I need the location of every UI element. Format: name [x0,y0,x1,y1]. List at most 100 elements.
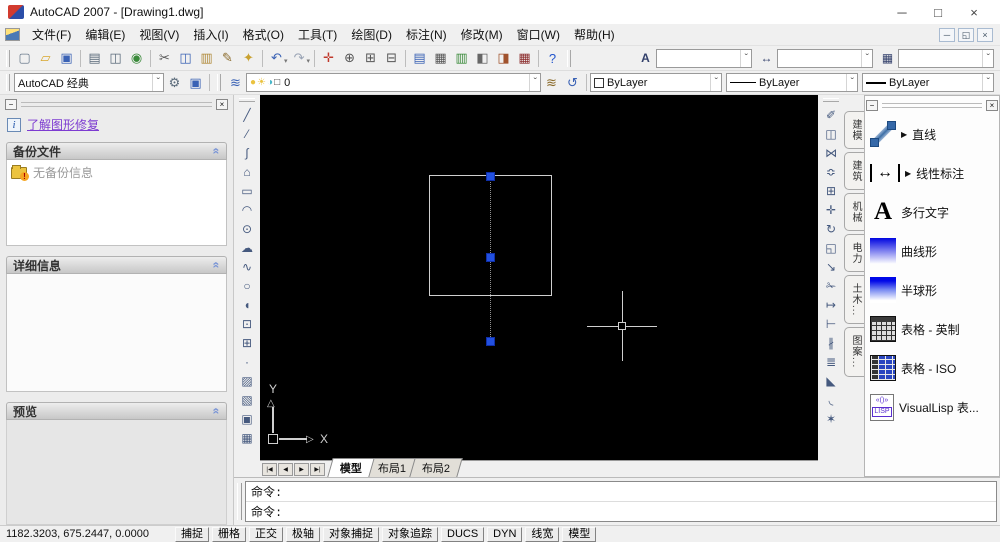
dim-style-combo[interactable]: ˇ [777,48,873,68]
grip-bottom[interactable] [486,337,495,346]
layer-properties-icon[interactable]: ≋ [225,73,246,93]
offset-icon[interactable]: ≎ [820,162,842,181]
workspace-settings-icon[interactable]: ⚙ [164,73,185,93]
palette-item[interactable]: 曲线形 [870,237,994,265]
combo-arrow-icon[interactable]: ˇ [739,49,748,67]
revision-cloud-icon[interactable]: ☁ [236,238,258,257]
palette-tab[interactable]: 电力 [844,234,864,272]
layer-previous-icon[interactable]: ↺ [562,73,583,93]
polyline-icon[interactable]: ∫ [236,143,258,162]
toolbar-grip[interactable] [217,74,221,91]
plot-preview-icon[interactable]: ◫ [105,48,126,68]
command-window-grip[interactable] [237,483,242,520]
palette-item[interactable]: 表格 - 英制 [870,315,994,343]
drawing-recovery-help-link[interactable]: 了解图形修复 [27,116,99,133]
palette-close-button[interactable]: × [986,99,998,111]
palette-item[interactable]: 半球形 [870,276,994,304]
combo-arrow-icon[interactable]: ˇ [528,74,537,91]
properties-icon[interactable]: ▤ [409,48,430,68]
help-icon[interactable]: ? [542,48,563,68]
palette-tab[interactable]: 建模 [844,111,864,149]
insert-block-icon[interactable]: ⊡ [236,314,258,333]
last-tab-button[interactable]: ▶| [310,463,325,476]
collapse-chevron-icon[interactable]: « [210,408,224,415]
menu-item[interactable]: 窗口(W) [510,24,567,45]
toolbar-grip[interactable] [823,98,839,102]
new-icon[interactable]: ▢ [14,48,35,68]
fillet-icon[interactable]: ◟ [820,390,842,409]
ellipse-icon[interactable]: ○ [236,276,258,295]
copy-object-icon[interactable]: ◫ [820,124,842,143]
table-icon[interactable]: ▦ [236,428,258,447]
menu-item[interactable]: 格式(O) [236,24,291,45]
toolbar-grip[interactable] [239,98,255,102]
stretch-icon[interactable]: ↘ [820,257,842,276]
combo-arrow-icon[interactable]: ˇ [981,74,990,91]
flyout-arrow-icon[interactable]: ▶ [901,130,907,139]
combo-arrow-icon[interactable]: ˇ [709,74,718,91]
combo-arrow-icon[interactable]: ˇ [981,49,990,67]
preview-header[interactable]: 预览 « [6,402,227,420]
text-style-combo[interactable]: ˇ [656,48,752,68]
panel-grab-lines[interactable] [21,101,212,107]
status-toggle-button[interactable]: DYN [487,527,523,542]
move-icon[interactable]: ✛ [820,200,842,219]
block-editor-icon[interactable]: ✦ [238,48,259,68]
designcenter-icon[interactable]: ▦ [430,48,451,68]
save-icon[interactable]: ▣ [56,48,77,68]
paste-icon[interactable]: ▥ [196,48,217,68]
lineweight-combo[interactable]: ByLayer ˇ [862,73,994,92]
child-close-button[interactable]: × [977,27,993,42]
status-toggle-button[interactable]: 栅格 [212,527,246,542]
menu-item[interactable]: 标注(N) [399,24,454,45]
point-icon[interactable]: · [236,352,258,371]
hatch-icon[interactable]: ▨ [236,371,258,390]
maximize-button[interactable]: □ [920,1,956,23]
palette-item[interactable]: 表格 - ISO [870,354,994,382]
arc-icon[interactable]: ◠ [236,200,258,219]
ellipse-arc-icon[interactable]: ◖ [236,295,258,314]
explode-icon[interactable]: ✶ [820,409,842,428]
status-toggle-button[interactable]: 极轴 [286,527,320,542]
palette-grab-lines[interactable] [882,102,982,108]
layout-tab[interactable]: 布局2 [409,458,463,477]
scale-icon[interactable]: ◱ [820,238,842,257]
palette-tab[interactable]: 图案... [844,327,864,377]
make-block-icon[interactable]: ⊞ [236,333,258,352]
trim-icon[interactable]: ✁ [820,276,842,295]
match-properties-icon[interactable]: ✎ [217,48,238,68]
layer-thaw-icon[interactable]: ☀ [257,77,266,88]
prev-tab-button[interactable]: ◀ [278,463,293,476]
child-minimize-button[interactable]: ─ [939,27,955,42]
extend-icon[interactable]: ↦ [820,295,842,314]
palette-item[interactable]: ▶ 线性标注 [870,159,994,187]
plot-icon[interactable]: ▤ [84,48,105,68]
status-toggle-button[interactable]: 捕捉 [175,527,209,542]
collapse-chevron-icon[interactable]: « [210,262,224,269]
linetype-combo[interactable]: ByLayer ˇ [726,73,858,92]
table-style-icon[interactable]: ▦ [877,48,898,68]
panel-grab-bar[interactable]: − × [5,97,228,111]
mirror-icon[interactable]: ⋈ [820,143,842,162]
palette-tab[interactable]: 土木... [844,275,864,325]
copy-icon[interactable]: ◫ [175,48,196,68]
palette-tab[interactable]: 机械 [844,193,864,231]
flyout-arrow-icon[interactable]: ▶ [905,169,911,178]
panel-close-button[interactable]: × [216,98,228,110]
toolbar-grip[interactable] [6,49,10,67]
spline-icon[interactable]: ∿ [236,257,258,276]
dropdown-arrow-icon[interactable]: ▾ [284,57,288,65]
layer-states-icon[interactable]: ≋ [541,73,562,93]
status-toggle-button[interactable]: 正交 [249,527,283,542]
coordinate-readout[interactable]: 1182.3203, 675.2447, 0.0000 [2,527,172,540]
palette-item[interactable]: LISP VisualLisp 表... [870,393,994,421]
layer-on-icon[interactable]: ● [250,77,256,88]
palette-item[interactable]: A 多行文字 [870,198,994,226]
join-icon[interactable]: ≣ [820,352,842,371]
color-combo[interactable]: ByLayer ˇ [590,73,722,92]
status-toggle-button[interactable]: 对象追踪 [382,527,438,542]
minimize-button[interactable]: ─ [884,1,920,23]
sheet-set-manager-icon[interactable]: ◧ [472,48,493,68]
quickcalc-icon[interactable]: ▦ [514,48,535,68]
command-input-line[interactable]: 命令: [246,502,996,521]
